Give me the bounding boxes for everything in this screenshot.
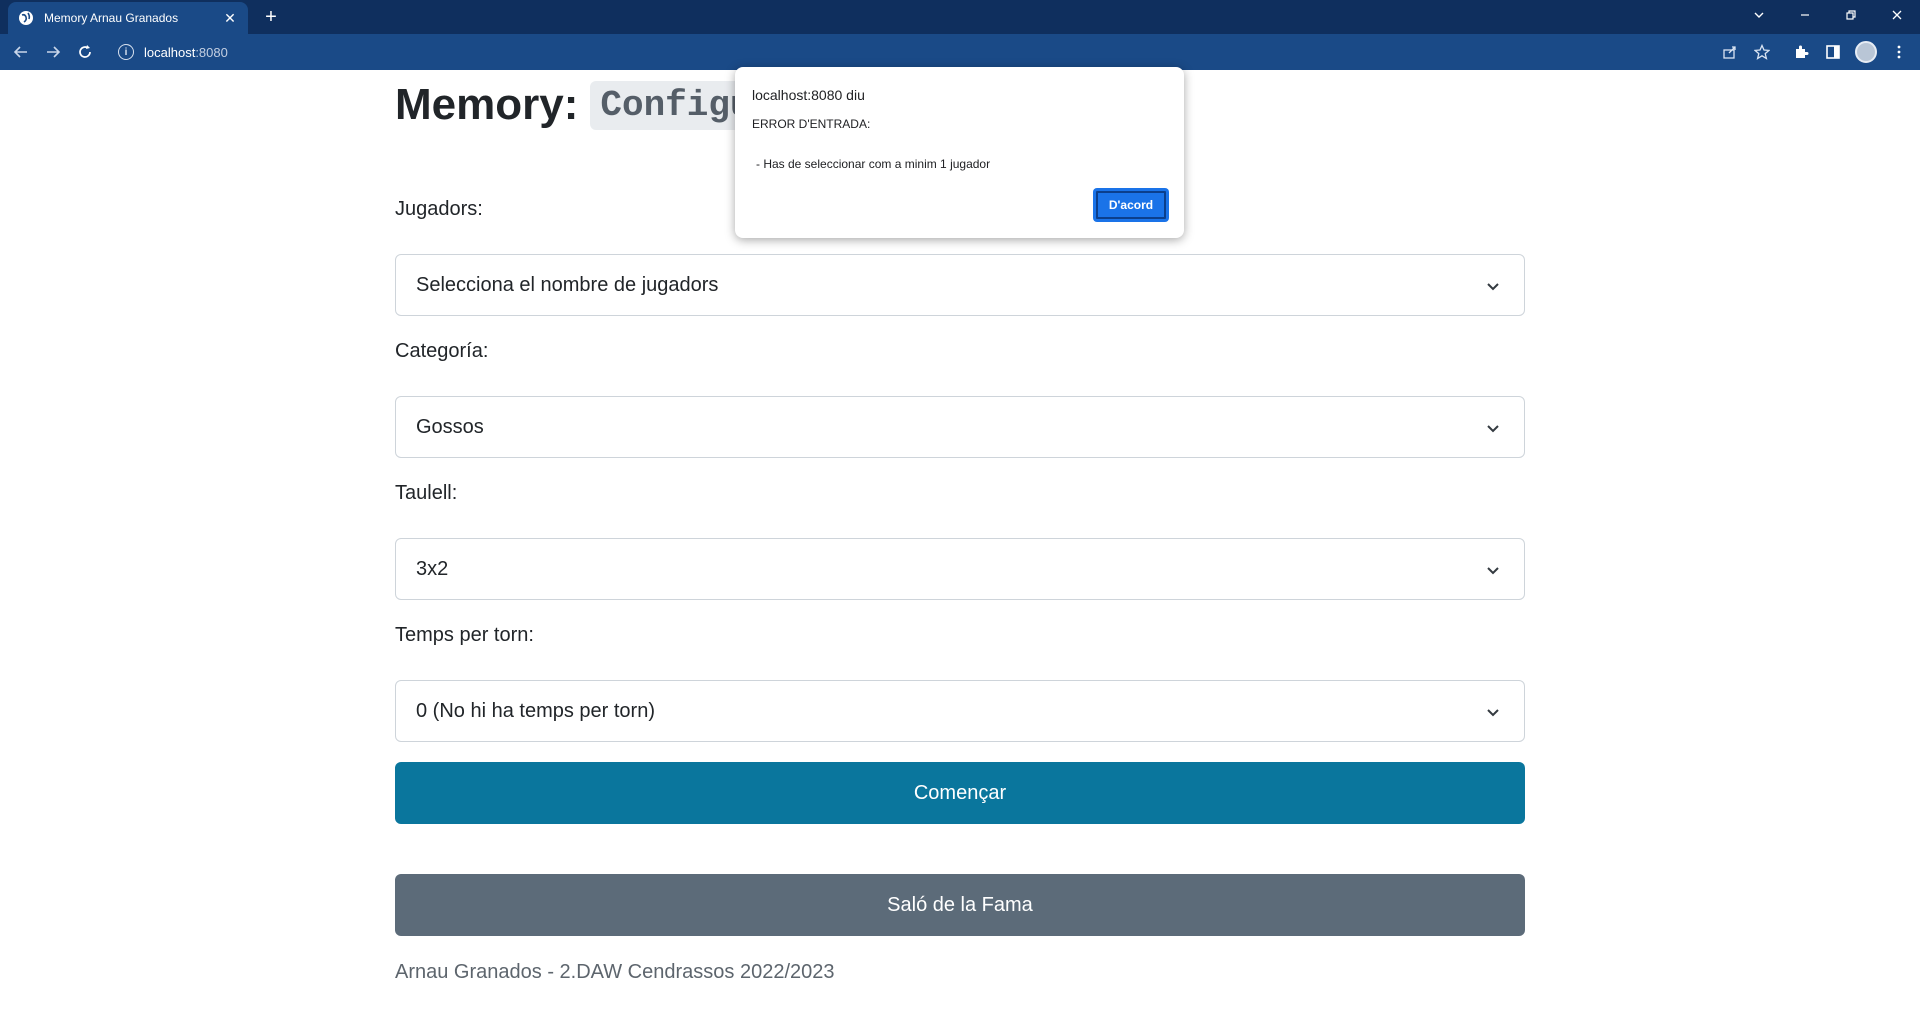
players-select-value: Selecciona el nombre de jugadors: [416, 273, 719, 296]
time-select[interactable]: 0 (No hi ha temps per torn): [395, 680, 1525, 742]
url-port: :8080: [195, 44, 228, 60]
tab-title: Memory Arnau Granados: [44, 11, 179, 25]
start-button[interactable]: Començar: [395, 762, 1525, 824]
tab-close-icon[interactable]: ✕: [222, 10, 238, 26]
board-label: Taulell:: [395, 482, 458, 504]
address-bar[interactable]: i localhost:8080: [110, 39, 1770, 65]
url-text: localhost:8080: [144, 45, 228, 60]
time-select-value: 0 (No hi ha temps per torn): [416, 699, 655, 722]
bookmark-star-icon[interactable]: [1751, 41, 1773, 63]
category-select[interactable]: Gossos: [395, 396, 1525, 458]
board-select-value: 3x2: [416, 557, 449, 580]
dialog-error-title: ERROR D'ENTRADA:: [752, 117, 871, 131]
dialog-origin: localhost:8080 diu: [752, 87, 865, 103]
chevron-down-icon: [1487, 425, 1499, 433]
close-window-icon[interactable]: [1874, 0, 1920, 30]
time-label: Temps per torn:: [395, 624, 534, 646]
page-heading: Memory: Configur: [395, 80, 784, 130]
chevron-down-icon: [1487, 283, 1499, 291]
category-select-value: Gossos: [416, 415, 484, 438]
extensions-icon[interactable]: [1790, 41, 1812, 63]
url-host: localhost: [144, 44, 196, 60]
share-icon[interactable]: [1719, 41, 1741, 63]
reload-icon[interactable]: [74, 41, 96, 63]
browser-tab-bar: Memory Arnau Granados ✕ +: [0, 0, 1920, 34]
hall-of-fame-button[interactable]: Saló de la Fama: [395, 874, 1525, 936]
back-icon[interactable]: [10, 41, 32, 63]
alert-dialog: localhost:8080 diu ERROR D'ENTRADA: - Ha…: [735, 67, 1184, 238]
info-icon[interactable]: i: [118, 44, 134, 60]
profile-avatar[interactable]: [1855, 41, 1877, 63]
chevron-down-icon: [1487, 709, 1499, 717]
new-tab-button[interactable]: +: [260, 6, 282, 28]
side-panel-icon[interactable]: [1822, 41, 1844, 63]
footer-text: Arnau Granados - 2.DAW Cendrassos 2022/2…: [395, 961, 835, 983]
forward-icon[interactable]: [42, 41, 64, 63]
dialog-error-message: - Has de seleccionar com a minim 1 jugad…: [756, 157, 991, 171]
players-label: Jugadors:: [395, 198, 483, 220]
dialog-ok-button[interactable]: D'acord: [1093, 188, 1169, 222]
players-select[interactable]: Selecciona el nombre de jugadors: [395, 254, 1525, 316]
category-label: Categoría:: [395, 340, 489, 362]
globe-icon: [19, 11, 33, 25]
menu-kebab-icon[interactable]: [1888, 41, 1910, 63]
browser-tab[interactable]: Memory Arnau Granados ✕: [8, 2, 248, 34]
browser-toolbar: i localhost:8080: [0, 34, 1920, 70]
chevron-down-icon: [1487, 567, 1499, 575]
tab-search-icon[interactable]: [1736, 0, 1782, 30]
minimize-icon[interactable]: [1782, 0, 1828, 30]
board-select[interactable]: 3x2: [395, 538, 1525, 600]
page-title: Memory:: [395, 80, 579, 129]
restore-icon[interactable]: [1828, 0, 1874, 30]
